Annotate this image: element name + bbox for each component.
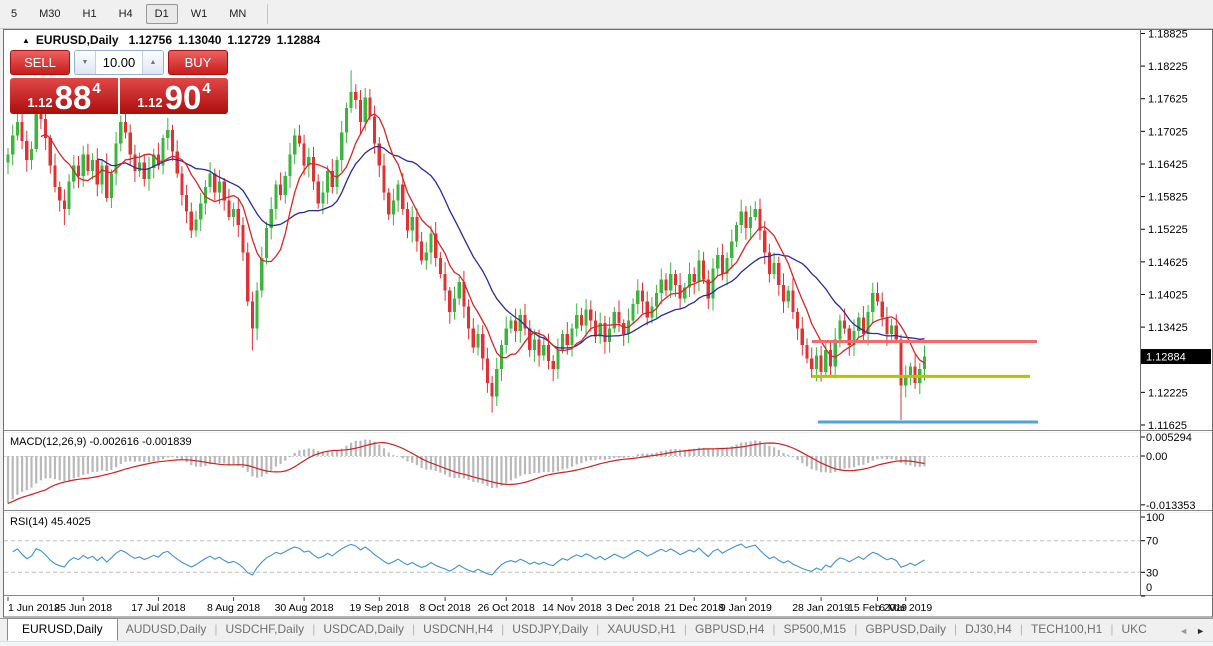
date-tick-label: 14 Nov 2018 xyxy=(542,602,602,614)
svg-text:0.005294: 0.005294 xyxy=(1146,432,1192,444)
toolbar-separator xyxy=(267,4,268,24)
svg-text:100: 100 xyxy=(1146,512,1164,524)
timeframe-button-m30[interactable]: M30 xyxy=(30,4,69,24)
svg-text:1.18825: 1.18825 xyxy=(1148,28,1188,40)
svg-text:1.11625: 1.11625 xyxy=(1148,420,1187,432)
svg-text:1.14025: 1.14025 xyxy=(1148,289,1188,301)
tab-audusd-daily[interactable]: AUDUSD,Daily xyxy=(118,619,215,641)
tab-gbpusd-h4[interactable]: GBPUSD,H4 xyxy=(687,619,772,641)
timeframe-button-h1[interactable]: H1 xyxy=(74,4,106,24)
tab-usdjpy-daily[interactable]: USDJPY,Daily xyxy=(504,619,596,641)
date-tick-label: 6 Mar 2019 xyxy=(879,602,932,614)
svg-text:1.15225: 1.15225 xyxy=(1148,224,1188,236)
date-tick-label: 9 Jan 2019 xyxy=(720,602,772,614)
svg-text:1.12225: 1.12225 xyxy=(1148,387,1188,399)
collapse-panel-icon[interactable]: ▲ xyxy=(22,36,30,45)
sell-price-big: 88 xyxy=(55,85,92,111)
timeframe-button-w1[interactable]: W1 xyxy=(182,4,217,24)
sell-button[interactable]: SELL xyxy=(10,50,70,75)
sell-price-display[interactable]: 1.12 88 4 xyxy=(10,78,118,114)
svg-text:1.17025: 1.17025 xyxy=(1148,126,1188,138)
svg-text:1.15825: 1.15825 xyxy=(1148,192,1188,204)
svg-text:-0.013353: -0.013353 xyxy=(1146,500,1196,512)
svg-text:1.17625: 1.17625 xyxy=(1148,94,1188,106)
chart-tab-bar: EURUSD,DailyAUDUSD,Daily|USDCHF,Daily|US… xyxy=(0,618,1213,641)
sell-price-sup: 4 xyxy=(92,80,100,97)
panel-backgrounds xyxy=(4,30,1213,617)
timeframe-buttons: 5M30H1H4D1W1MN xyxy=(0,4,257,24)
tab-dj30-h4[interactable]: DJ30,H4 xyxy=(957,619,1020,641)
buy-button[interactable]: BUY xyxy=(168,50,228,75)
svg-text:1.13425: 1.13425 xyxy=(1148,322,1188,334)
svg-text:1.18225: 1.18225 xyxy=(1148,61,1188,73)
svg-text:1.16425: 1.16425 xyxy=(1148,159,1188,171)
tab-scroll-arrows: ◄ ► xyxy=(1179,626,1213,641)
svg-text:1.14625: 1.14625 xyxy=(1148,257,1188,269)
volume-stepper: ▼ 10.00 ▲ xyxy=(74,50,164,75)
date-tick-label: 1 Jun 2018 xyxy=(8,602,60,614)
ohlc-high: 1.13040 xyxy=(178,33,221,47)
volume-decrease-icon[interactable]: ▼ xyxy=(75,51,96,74)
buy-price-display[interactable]: 1.12 90 4 xyxy=(120,78,228,114)
tab-usdcnh-h4[interactable]: USDCNH,H4 xyxy=(415,619,501,641)
tab-scroll-left-icon[interactable]: ◄ xyxy=(1179,626,1188,636)
svg-text:1.12884: 1.12884 xyxy=(1146,352,1186,364)
sell-price-small: 1.12 xyxy=(27,95,52,111)
tab-usdcad-daily[interactable]: USDCAD,Daily xyxy=(315,619,412,641)
ohlc-close: 1.12884 xyxy=(277,33,320,47)
svg-text:70: 70 xyxy=(1146,536,1158,548)
timeframe-button-h4[interactable]: H4 xyxy=(110,4,142,24)
date-tick-label: 3 Dec 2018 xyxy=(606,602,660,614)
tab-xauusd-h1[interactable]: XAUUSD,H1 xyxy=(599,619,684,641)
buy-price-sup: 4 xyxy=(202,80,210,97)
ohlc-open: 1.12756 xyxy=(129,33,172,47)
tab-eurusd-daily[interactable]: EURUSD,Daily xyxy=(7,618,118,641)
timeframe-toolbar: 5M30H1H4D1W1MN xyxy=(0,0,1213,29)
tab-usdchf-daily[interactable]: USDCHF,Daily xyxy=(218,619,313,641)
buy-price-big: 90 xyxy=(165,85,202,111)
date-tick-label: 25 Jun 2018 xyxy=(54,602,112,614)
timeframe-button-5[interactable]: 5 xyxy=(2,4,26,24)
chart-title: ▲ EURUSD,Daily 1.12756 1.13040 1.12729 1… xyxy=(22,33,326,47)
date-tick-label: 21 Dec 2018 xyxy=(664,602,724,614)
date-tick-label: 19 Sep 2018 xyxy=(350,602,410,614)
volume-increase-icon[interactable]: ▲ xyxy=(142,51,163,74)
symbol-label: EURUSD,Daily xyxy=(36,33,119,47)
volume-input[interactable]: 10.00 xyxy=(96,51,142,74)
date-tick-label: 28 Jan 2019 xyxy=(792,602,850,614)
tab-scroll-right-icon[interactable]: ► xyxy=(1196,626,1205,636)
svg-text:0: 0 xyxy=(1146,582,1152,594)
buy-price-small: 1.12 xyxy=(137,95,162,111)
tab-gbpusd-daily[interactable]: GBPUSD,Daily xyxy=(857,619,954,641)
tabs-container: EURUSD,DailyAUDUSD,Daily|USDCHF,Daily|US… xyxy=(7,618,1155,641)
timeframe-button-mn[interactable]: MN xyxy=(220,4,255,24)
tab-tech100-h1[interactable]: TECH100,H1 xyxy=(1023,619,1110,641)
date-tick-label: 26 Oct 2018 xyxy=(478,602,535,614)
one-click-trading-panel: SELL ▼ 10.00 ▲ BUY 1.12 88 4 1.12 90 4 xyxy=(10,50,228,114)
timeframe-button-d1[interactable]: D1 xyxy=(146,4,178,24)
rsi-label: RSI(14) 45.4025 xyxy=(10,516,91,528)
svg-text:0.00: 0.00 xyxy=(1146,451,1167,463)
date-tick-label: 8 Oct 2018 xyxy=(419,602,471,614)
date-tick-label: 8 Aug 2018 xyxy=(207,602,260,614)
date-tick-label: 17 Jul 2018 xyxy=(131,602,185,614)
date-tick-label: 30 Aug 2018 xyxy=(275,602,334,614)
macd-label: MACD(12,26,9) -0.002616 -0.001839 xyxy=(10,436,192,448)
window-bottom-edge xyxy=(0,641,1213,646)
svg-text:30: 30 xyxy=(1146,567,1158,579)
ohlc-low: 1.12729 xyxy=(227,33,270,47)
tab-sp500-m15[interactable]: SP500,M15 xyxy=(776,619,855,641)
tab-ukc[interactable]: UKC xyxy=(1113,619,1154,641)
